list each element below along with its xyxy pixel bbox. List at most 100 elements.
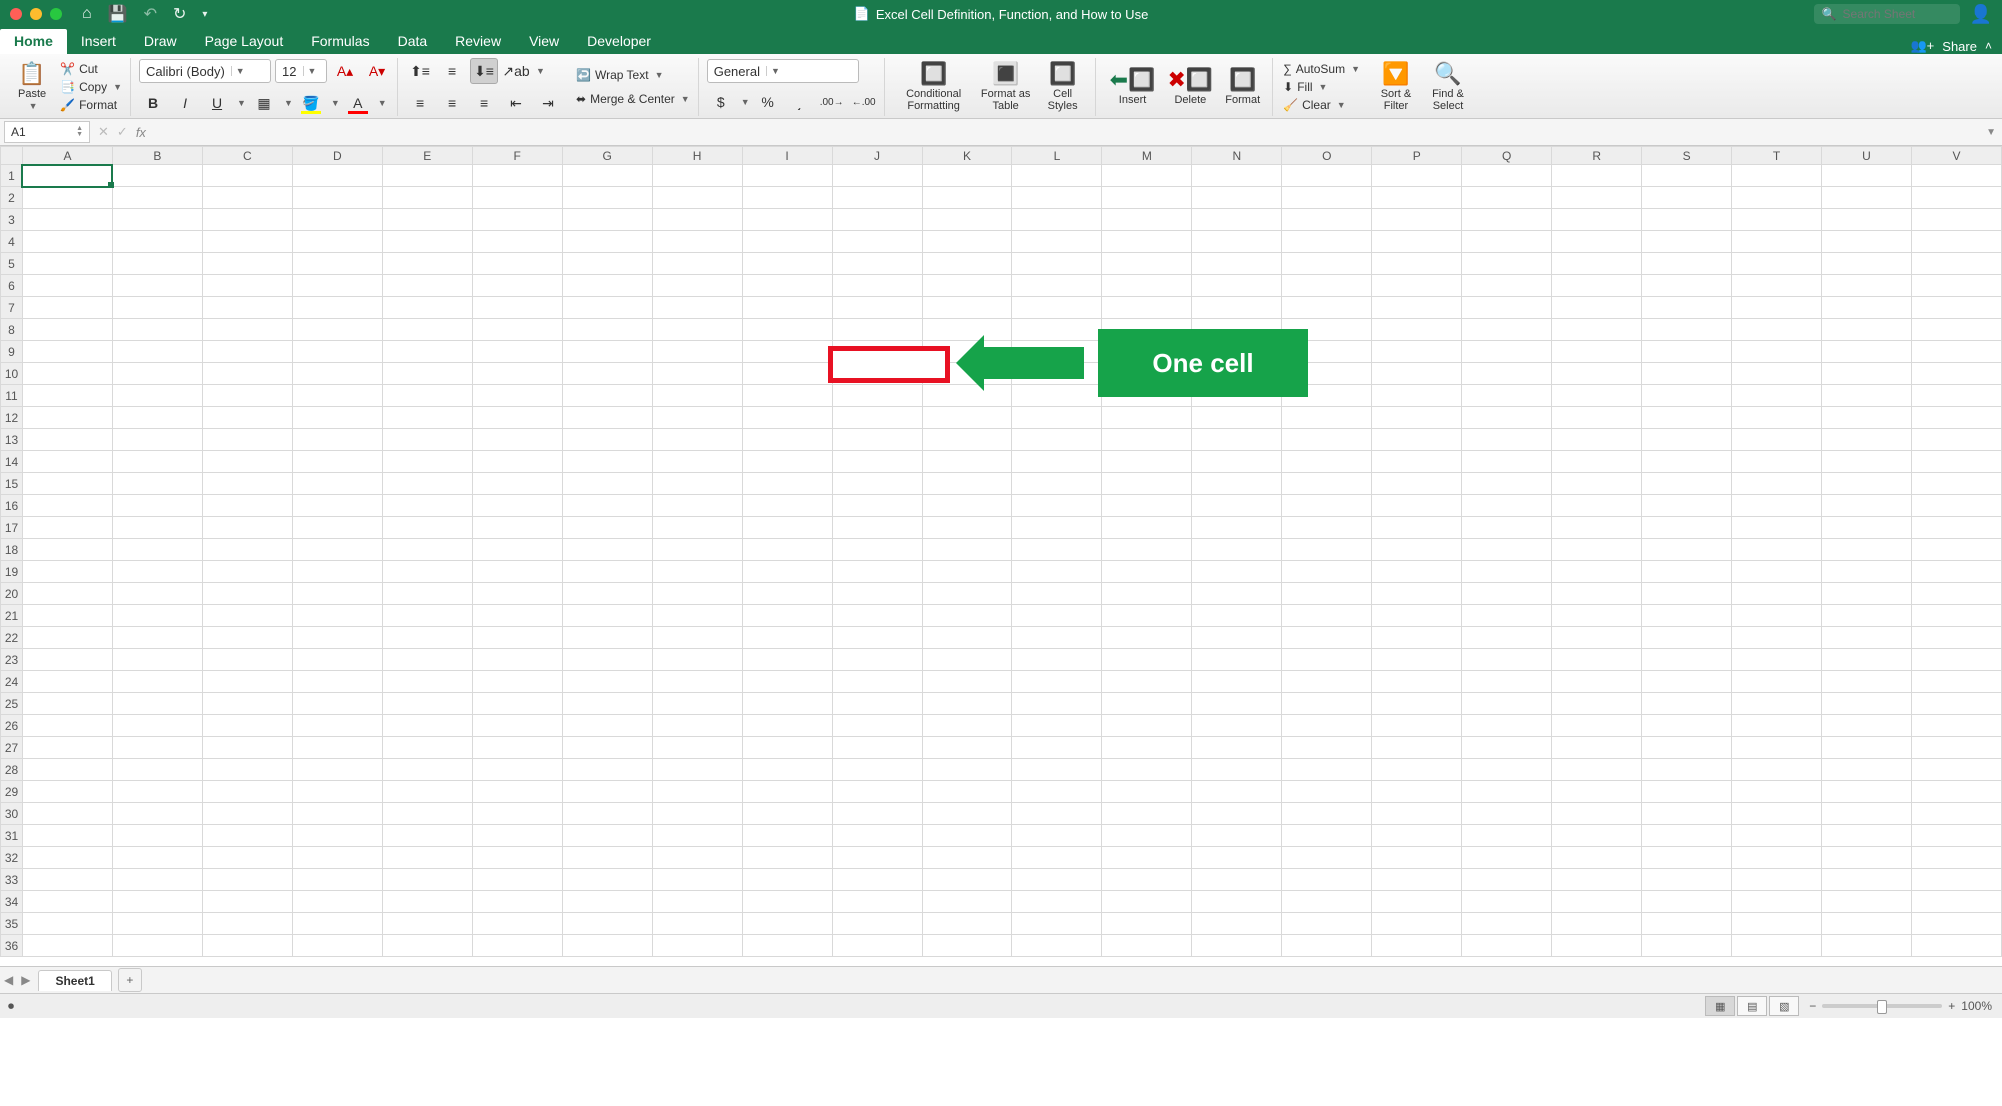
cell[interactable] bbox=[1911, 605, 2001, 627]
cell[interactable] bbox=[472, 781, 562, 803]
cell[interactable] bbox=[1372, 231, 1462, 253]
zoom-out-button[interactable]: − bbox=[1809, 999, 1816, 1013]
cell[interactable] bbox=[922, 847, 1012, 869]
cell[interactable] bbox=[742, 407, 832, 429]
cell[interactable] bbox=[1822, 253, 1912, 275]
cell[interactable] bbox=[1012, 605, 1102, 627]
cell[interactable] bbox=[1911, 209, 2001, 231]
cell[interactable] bbox=[652, 429, 742, 451]
format-painter-button[interactable]: 🖌️Format bbox=[58, 97, 124, 113]
cell[interactable] bbox=[832, 759, 922, 781]
cell[interactable] bbox=[1911, 451, 2001, 473]
cell[interactable] bbox=[112, 671, 202, 693]
cell[interactable] bbox=[1822, 913, 1912, 935]
cell[interactable] bbox=[1462, 495, 1552, 517]
cell[interactable] bbox=[1192, 935, 1282, 957]
cell[interactable] bbox=[742, 253, 832, 275]
cell[interactable] bbox=[22, 407, 112, 429]
column-header[interactable]: T bbox=[1732, 147, 1822, 165]
cell[interactable] bbox=[832, 781, 922, 803]
cell[interactable] bbox=[1102, 605, 1192, 627]
cell[interactable] bbox=[1102, 561, 1192, 583]
cell[interactable] bbox=[1642, 627, 1732, 649]
cell[interactable] bbox=[22, 517, 112, 539]
cell[interactable] bbox=[832, 627, 922, 649]
cell[interactable] bbox=[472, 583, 562, 605]
cell[interactable] bbox=[1192, 275, 1282, 297]
chevron-down-icon[interactable]: ▼ bbox=[331, 98, 340, 108]
cell[interactable] bbox=[1102, 231, 1192, 253]
column-header[interactable]: U bbox=[1822, 147, 1912, 165]
row-header[interactable]: 12 bbox=[1, 407, 23, 429]
cell[interactable] bbox=[1732, 583, 1822, 605]
cell[interactable] bbox=[112, 781, 202, 803]
cell[interactable] bbox=[742, 165, 832, 187]
cell[interactable] bbox=[22, 869, 112, 891]
cell[interactable] bbox=[1462, 627, 1552, 649]
cell[interactable] bbox=[22, 847, 112, 869]
cell[interactable] bbox=[1102, 935, 1192, 957]
cell[interactable] bbox=[652, 341, 742, 363]
cell[interactable] bbox=[112, 913, 202, 935]
cell[interactable] bbox=[1192, 385, 1282, 407]
cell[interactable] bbox=[1462, 275, 1552, 297]
cell[interactable] bbox=[1192, 209, 1282, 231]
cell[interactable] bbox=[1911, 253, 2001, 275]
cell[interactable] bbox=[562, 759, 652, 781]
cell[interactable] bbox=[652, 583, 742, 605]
cell[interactable] bbox=[1462, 759, 1552, 781]
cell[interactable] bbox=[652, 561, 742, 583]
cell[interactable] bbox=[1282, 693, 1372, 715]
add-sheet-button[interactable]: + bbox=[118, 968, 142, 992]
cell[interactable] bbox=[1462, 825, 1552, 847]
column-header[interactable]: B bbox=[112, 147, 202, 165]
cell[interactable] bbox=[1012, 803, 1102, 825]
cell[interactable] bbox=[1192, 891, 1282, 913]
cell[interactable] bbox=[562, 209, 652, 231]
cell[interactable] bbox=[1102, 913, 1192, 935]
cell[interactable] bbox=[1552, 693, 1642, 715]
cell[interactable] bbox=[292, 429, 382, 451]
cell[interactable] bbox=[292, 649, 382, 671]
underline-button[interactable]: U bbox=[203, 90, 231, 116]
cell[interactable] bbox=[652, 715, 742, 737]
cell[interactable] bbox=[1192, 693, 1282, 715]
expand-formula-bar-icon[interactable]: ▼ bbox=[1980, 127, 2002, 138]
cell[interactable] bbox=[1192, 473, 1282, 495]
cell[interactable] bbox=[292, 319, 382, 341]
tab-page-layout[interactable]: Page Layout bbox=[191, 29, 298, 54]
cell[interactable] bbox=[1911, 517, 2001, 539]
row-header[interactable]: 25 bbox=[1, 693, 23, 715]
cell[interactable] bbox=[382, 847, 472, 869]
cell[interactable] bbox=[1822, 517, 1912, 539]
cell[interactable] bbox=[22, 231, 112, 253]
cell[interactable] bbox=[922, 935, 1012, 957]
cell[interactable] bbox=[1911, 913, 2001, 935]
cell[interactable] bbox=[202, 781, 292, 803]
cell[interactable] bbox=[1642, 275, 1732, 297]
row-header[interactable]: 16 bbox=[1, 495, 23, 517]
cell[interactable] bbox=[1642, 473, 1732, 495]
cell[interactable] bbox=[1462, 297, 1552, 319]
cell[interactable] bbox=[1462, 935, 1552, 957]
cell[interactable] bbox=[1822, 363, 1912, 385]
cell[interactable] bbox=[832, 495, 922, 517]
cell[interactable] bbox=[1552, 187, 1642, 209]
cell[interactable] bbox=[922, 781, 1012, 803]
cell[interactable] bbox=[832, 341, 922, 363]
cell[interactable] bbox=[382, 737, 472, 759]
cell[interactable] bbox=[202, 187, 292, 209]
cell[interactable] bbox=[472, 825, 562, 847]
sheet-nav-prev-icon[interactable]: ◀ bbox=[0, 973, 17, 987]
cell[interactable] bbox=[1552, 385, 1642, 407]
cell[interactable] bbox=[472, 473, 562, 495]
cell[interactable] bbox=[1552, 913, 1642, 935]
cell[interactable] bbox=[1552, 319, 1642, 341]
cell[interactable] bbox=[832, 297, 922, 319]
cell[interactable] bbox=[22, 627, 112, 649]
sheet-tab-active[interactable]: Sheet1 bbox=[38, 970, 111, 991]
cell[interactable] bbox=[1012, 759, 1102, 781]
cell[interactable] bbox=[742, 693, 832, 715]
cell[interactable] bbox=[1372, 517, 1462, 539]
cell[interactable] bbox=[382, 209, 472, 231]
